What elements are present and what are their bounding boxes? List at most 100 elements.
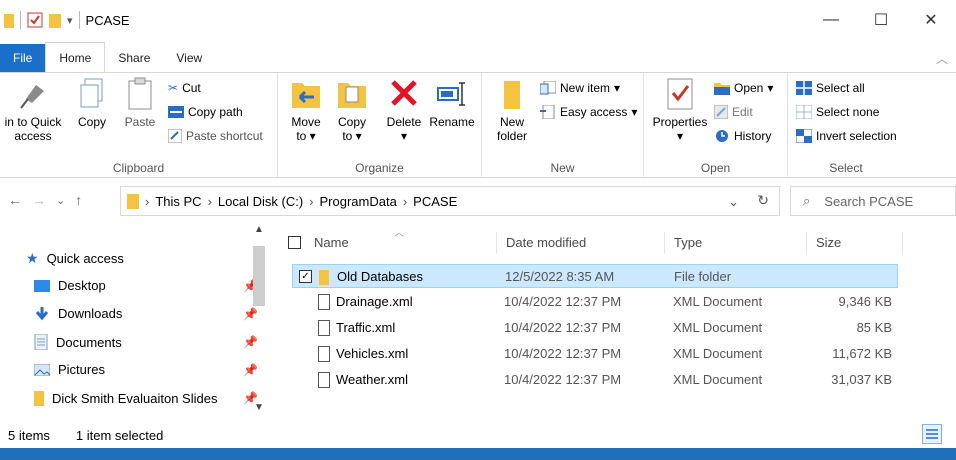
maximize-button[interactable]: ☐	[856, 0, 906, 40]
select-all-checkbox[interactable]	[288, 236, 301, 249]
tab-view[interactable]: View	[163, 44, 215, 72]
new-folder-icon[interactable]	[49, 12, 61, 28]
paste-shortcut-button[interactable]: Paste shortcut	[168, 129, 263, 143]
paste-button[interactable]: Paste	[120, 77, 160, 129]
column-divider[interactable]	[496, 232, 497, 254]
rename-label: Rename	[429, 115, 475, 129]
column-divider[interactable]	[806, 232, 807, 254]
paste-label: Paste	[124, 115, 156, 129]
breadcrumb-separator-icon[interactable]: ›	[309, 194, 313, 209]
forward-arrow-icon[interactable]: →	[32, 192, 46, 208]
delete-label: Delete	[386, 115, 422, 129]
customize-toolbar-dropdown[interactable]: ▾	[67, 14, 73, 27]
nav-item-documents[interactable]: Documents 📌	[34, 334, 262, 350]
nav-quick-access[interactable]: ★ Quick access	[26, 250, 254, 267]
copy-to-button[interactable]: Copy to ▾	[332, 77, 372, 143]
open-group-label: Open	[700, 161, 731, 175]
nav-quick-access-label: Quick access	[46, 251, 124, 266]
file-date: 10/4/2022 12:37 PM	[504, 346, 622, 361]
document-icon	[318, 294, 330, 310]
open-dropdown-icon: ▾	[767, 81, 774, 95]
column-divider[interactable]	[902, 232, 903, 254]
back-arrow-icon[interactable]: ←	[8, 192, 22, 208]
select-none-button[interactable]: Select none	[796, 105, 879, 119]
nav-pane-scrollbar[interactable]: ▲ ▼	[250, 224, 268, 418]
folder-icon	[127, 194, 139, 209]
breadcrumb-separator-icon[interactable]: ›	[403, 194, 407, 209]
properties-check-icon[interactable]	[27, 12, 43, 28]
nav-item-dick-smith-slides[interactable]: Dick Smith Evaluaiton Slides 📌	[34, 390, 262, 406]
copy-path-button[interactable]: Copy path	[168, 105, 243, 119]
tab-file[interactable]: File	[0, 44, 46, 72]
breadcrumb-programdata[interactable]: ProgramData	[320, 194, 397, 209]
delete-dropdown-icon[interactable]: ▾	[401, 129, 407, 143]
tab-share[interactable]: Share	[105, 44, 163, 72]
scrollbar-thumb[interactable]	[253, 246, 265, 306]
column-header-name[interactable]: Name	[314, 228, 349, 256]
edit-button[interactable]: Edit	[714, 105, 753, 119]
breadcrumb-separator-icon[interactable]: ›	[145, 194, 149, 209]
close-button[interactable]: ✕	[906, 0, 956, 40]
title-bar: ▾ PCASE — ☐ ✕	[0, 0, 956, 40]
new-group: New folder New item ▾ Easy access ▾ New	[482, 73, 644, 177]
properties-dropdown-icon[interactable]: ▾	[677, 129, 683, 143]
details-view-button[interactable]	[922, 424, 942, 444]
scroll-down-icon[interactable]: ▼	[250, 402, 268, 413]
properties-button[interactable]: Properties ▾	[650, 77, 710, 143]
file-date: 10/4/2022 12:37 PM	[504, 372, 622, 387]
file-name: Old Databases	[337, 269, 423, 284]
breadcrumb-separator-icon[interactable]: ›	[208, 194, 212, 209]
table-row[interactable]: Vehicles.xml 10/4/2022 12:37 PM XML Docu…	[292, 342, 898, 366]
invert-selection-icon	[796, 129, 812, 143]
nav-item-desktop[interactable]: Desktop 📌	[34, 278, 262, 293]
rename-button[interactable]: Rename	[428, 77, 476, 129]
column-header-date-modified[interactable]: Date modified	[506, 228, 586, 256]
history-button[interactable]: History	[714, 129, 771, 143]
row-checkbox[interactable]: ✓	[299, 270, 312, 283]
file-type: XML Document	[673, 320, 763, 335]
breadcrumb-this-pc[interactable]: This PC	[155, 194, 201, 209]
column-divider[interactable]	[664, 232, 665, 254]
table-row[interactable]: ✓ Old Databases 12/5/2022 8:35 AM File f…	[292, 264, 898, 288]
column-header-size[interactable]: Size	[816, 228, 841, 256]
window-title: PCASE	[85, 12, 130, 28]
minimize-button[interactable]: —	[806, 0, 856, 40]
open-button[interactable]: Open ▾	[714, 81, 773, 95]
refresh-icon[interactable]: ↻	[757, 192, 769, 209]
copy-button[interactable]: Copy	[74, 77, 110, 129]
breadcrumb-pcase[interactable]: PCASE	[413, 194, 457, 209]
breadcrumb-local-disk[interactable]: Local Disk (C:)	[218, 194, 303, 209]
up-arrow-icon[interactable]: ↑	[75, 192, 82, 208]
pin-to-quick-access-button[interactable]: in to Quick access	[4, 77, 62, 143]
select-all-button[interactable]: Select all	[796, 81, 865, 95]
delete-button[interactable]: Delete ▾	[384, 77, 424, 143]
recent-locations-chevron-icon[interactable]: ⌄	[56, 192, 65, 208]
nav-item-downloads[interactable]: Downloads 📌	[34, 306, 262, 321]
column-header-type[interactable]: Type	[674, 228, 702, 256]
select-group-label: Select	[829, 161, 863, 175]
move-to-button[interactable]: Move to ▾	[286, 77, 326, 143]
document-icon	[34, 334, 48, 350]
search-box[interactable]: ⌕ Search PCASE	[790, 186, 956, 216]
address-dropdown-chevron-icon[interactable]: ⌄	[728, 194, 739, 210]
search-input[interactable]: Search PCASE	[824, 194, 913, 209]
nav-item-pictures[interactable]: Pictures 📌	[34, 362, 262, 377]
table-row[interactable]: Weather.xml 10/4/2022 12:37 PM XML Docum…	[292, 368, 898, 392]
cut-label: Cut	[182, 81, 201, 95]
new-item-button[interactable]: New item ▾	[540, 81, 620, 95]
table-row[interactable]: Traffic.xml 10/4/2022 12:37 PM XML Docum…	[292, 316, 898, 340]
scissors-icon: ✂	[168, 81, 179, 95]
new-folder-button[interactable]: New folder	[492, 77, 532, 143]
easy-access-button[interactable]: Easy access ▾	[540, 105, 637, 119]
tab-home[interactable]: Home	[45, 42, 106, 72]
address-bar[interactable]: › This PC › Local Disk (C:) › ProgramDat…	[120, 186, 780, 216]
invert-selection-button[interactable]: Invert selection	[796, 129, 897, 143]
scroll-up-icon[interactable]: ▲	[250, 224, 268, 235]
cut-button[interactable]: ✂ Cut	[168, 81, 201, 95]
invert-selection-label: Invert selection	[816, 129, 897, 143]
select-none-icon	[796, 105, 812, 119]
copy-to-icon	[338, 83, 366, 108]
table-row[interactable]: Drainage.xml 10/4/2022 12:37 PM XML Docu…	[292, 290, 898, 314]
star-icon: ★	[26, 250, 39, 266]
ribbon-collapse-chevron-icon[interactable]: ︿	[936, 50, 948, 67]
